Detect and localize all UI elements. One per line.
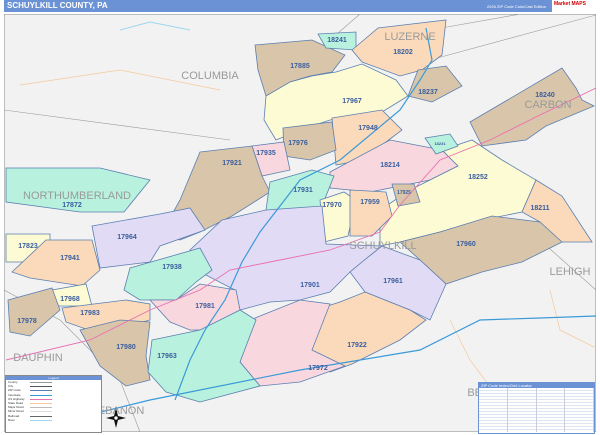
zip-label: 17970: [322, 202, 342, 209]
zip-label: 17976: [288, 140, 308, 147]
county-label-carbon: CARBON: [524, 99, 571, 111]
zip-label: 17961: [383, 278, 403, 285]
zip-label: 17983: [80, 310, 100, 317]
zip-label: 18241: [327, 37, 347, 44]
zip-label: 17959: [360, 199, 380, 206]
edition-label: 2026 ZIP Code ColorCast Edition: [486, 4, 546, 9]
zip-label: 17968: [60, 296, 80, 303]
index-columns: [479, 388, 594, 432]
zip-label: 17948: [358, 125, 378, 132]
map-legend: Legend County City ZIP Code Interstate U…: [5, 375, 102, 433]
zip-label: 17960: [456, 241, 476, 248]
zip-label: 18202: [393, 49, 413, 56]
county-label-dauphin: DAUPHIN: [13, 352, 63, 364]
zip-label: 18231: [434, 141, 446, 146]
zip-label: 17931: [293, 187, 313, 194]
county-label-schuylkill: SCHUYLKILL: [349, 240, 416, 252]
county-label-lehigh: LEHIGH: [550, 266, 591, 278]
zip-label: 17972: [308, 365, 328, 372]
zip-label: 17921: [222, 160, 242, 167]
publisher-logo: Market MAPS: [552, 0, 596, 12]
zip-label: 17941: [60, 255, 80, 262]
zip-label: 17938: [162, 264, 182, 271]
zip-label: 18237: [418, 89, 438, 96]
county-label-luzerne: LUZERNE: [384, 31, 435, 43]
zip-map[interactable]: 18241 18202 17885 18237 17967 18240 1794…: [4, 14, 596, 432]
zip-label: 17901: [300, 282, 320, 289]
zip-label: 17963: [157, 353, 177, 360]
zip-label: 17885: [290, 63, 310, 70]
title-bar: SCHUYLKILL COUNTY, PA 2026 ZIP Code Colo…: [4, 0, 596, 12]
zip-label: 17980: [116, 344, 136, 351]
zip-index-table: ZIP Code Index/Grid Locator: [478, 382, 595, 434]
zip-label: 18240: [535, 92, 555, 99]
zip-label: 17872: [62, 202, 82, 209]
map-title: SCHUYLKILL COUNTY, PA: [7, 1, 108, 10]
legend-item: River: [6, 418, 101, 422]
zip-label: 17967: [342, 98, 362, 105]
county-label-northumberland: NORTHUMBERLAND: [23, 190, 131, 202]
zip-label: 17964: [117, 234, 137, 241]
zip-label: 18211: [530, 205, 549, 212]
zip-label: 17978: [17, 318, 37, 325]
logo-text: Market MAPS: [554, 1, 586, 7]
zip-label: 17981: [195, 303, 215, 310]
zip-label: 17922: [347, 342, 367, 349]
county-label-columbia: COLUMBIA: [181, 70, 239, 82]
zip-label: 17823: [18, 243, 38, 250]
zip-label: 17925: [397, 190, 411, 196]
zip-label: 18252: [468, 174, 488, 181]
zip-label: 18214: [380, 162, 400, 169]
zip-label: 17935: [256, 150, 276, 157]
